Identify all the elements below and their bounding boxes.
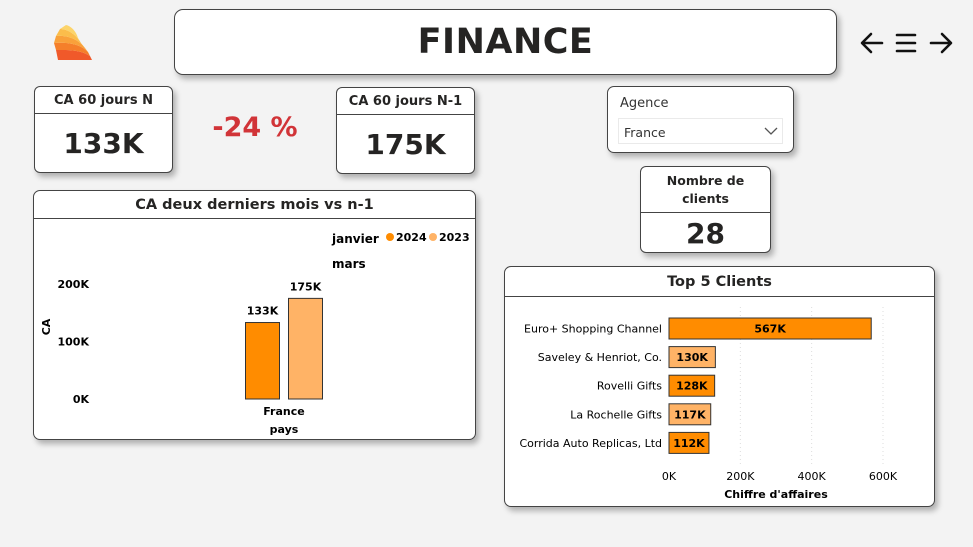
legend-label-2024: 2024 xyxy=(396,231,427,244)
kpi-clients-card: Nombre de clients 28 xyxy=(640,166,771,253)
kpi-ca-n1-value: 175K xyxy=(365,127,446,161)
kpi-clients-value: 28 xyxy=(686,216,725,250)
agence-dropdown-value: France xyxy=(624,125,666,140)
x-tick-label: 0K xyxy=(662,470,677,483)
kpi-ca-n-value: 133K xyxy=(63,126,144,160)
x-axis-title: pays xyxy=(270,423,299,436)
top5-chart-title: Top 5 Clients xyxy=(505,267,934,297)
legend-title-line1: janvier xyxy=(331,232,379,246)
legend-title-line2: mars xyxy=(332,257,366,271)
menu-icon xyxy=(895,33,917,53)
bar-data-label: 175K xyxy=(290,280,322,293)
top5-clients-chart: 0K 200K 400K 600K Chiffre d'affaires Euro+ Sh… xyxy=(519,307,898,501)
bar-data-label: 130K xyxy=(676,351,708,364)
bar-2024 xyxy=(245,322,280,400)
legend-marker-2023 xyxy=(429,233,437,241)
legend-marker-2024 xyxy=(386,233,394,241)
back-button[interactable] xyxy=(857,28,887,58)
bar-data-label: 112K xyxy=(673,437,705,450)
bar-data-label: 567K xyxy=(754,323,786,336)
y-category-label: Euro+ Shopping Channel xyxy=(524,323,662,336)
kpi-ca-n1-label: CA 60 jours N-1 xyxy=(337,88,474,115)
top5-clients-chart-card: Top 5 Clients 0K 200K 400K 600K Chiffre d'af… xyxy=(504,266,935,507)
legend-label-2023: 2023 xyxy=(439,231,470,244)
arrow-left-icon xyxy=(860,32,884,54)
x-tick-label: 200K xyxy=(726,470,755,483)
agence-slicer-label: Agence xyxy=(620,96,669,111)
y-category-label: La Rochelle Gifts xyxy=(570,408,662,421)
bar-2023 xyxy=(288,297,323,400)
flame-logo-icon xyxy=(54,25,92,60)
x-axis-title: Chiffre d'affaires xyxy=(724,488,828,501)
page-title: FINANCE xyxy=(417,22,594,62)
y-tick-label: 100K xyxy=(58,336,90,349)
ca-chart-title: CA deux derniers mois vs n-1 xyxy=(34,191,475,219)
y-category-label: Saveley & Henriot, Co. xyxy=(538,351,662,364)
kpi-ca-n1-card: CA 60 jours N-1 175K xyxy=(336,87,475,174)
forward-button[interactable] xyxy=(926,28,956,58)
chevron-down-icon xyxy=(764,127,778,135)
x-tick-label: 400K xyxy=(798,470,827,483)
y-tick-label: 200K xyxy=(58,278,90,291)
bar-data-label: 117K xyxy=(674,408,706,421)
ca-comparison-chart-card: CA deux derniers mois vs n-1 0K 100K 200K C… xyxy=(33,190,476,440)
y-category-label: Rovelli Gifts xyxy=(597,380,662,393)
y-axis-title: CA xyxy=(40,318,53,335)
kpi-clients-label-line1: Nombre de xyxy=(666,172,745,188)
x-tick-label: France xyxy=(263,405,304,418)
menu-button[interactable] xyxy=(891,28,921,58)
kpi-delta-percent: -24 % xyxy=(212,112,298,143)
arrow-right-icon xyxy=(929,32,953,54)
y-category-label: Corrida Auto Replicas, Ltd xyxy=(519,437,662,450)
y-tick-label: 0K xyxy=(73,393,90,406)
bar-data-label: 128K xyxy=(676,380,708,393)
page-title-card: FINANCE xyxy=(174,9,837,75)
agence-dropdown[interactable]: France xyxy=(618,118,783,144)
bar-data-label: 133K xyxy=(247,305,279,318)
agence-slicer: Agence France xyxy=(607,86,794,153)
kpi-ca-n-label: CA 60 jours N xyxy=(35,87,172,114)
ca-comparison-chart: 0K 100K 200K CA 133K 175K France pays janvier mar… xyxy=(40,231,470,436)
kpi-ca-n-card: CA 60 jours N 133K xyxy=(34,86,173,173)
x-tick-label: 600K xyxy=(869,470,898,483)
kpi-clients-label-line2: clients xyxy=(682,190,729,206)
